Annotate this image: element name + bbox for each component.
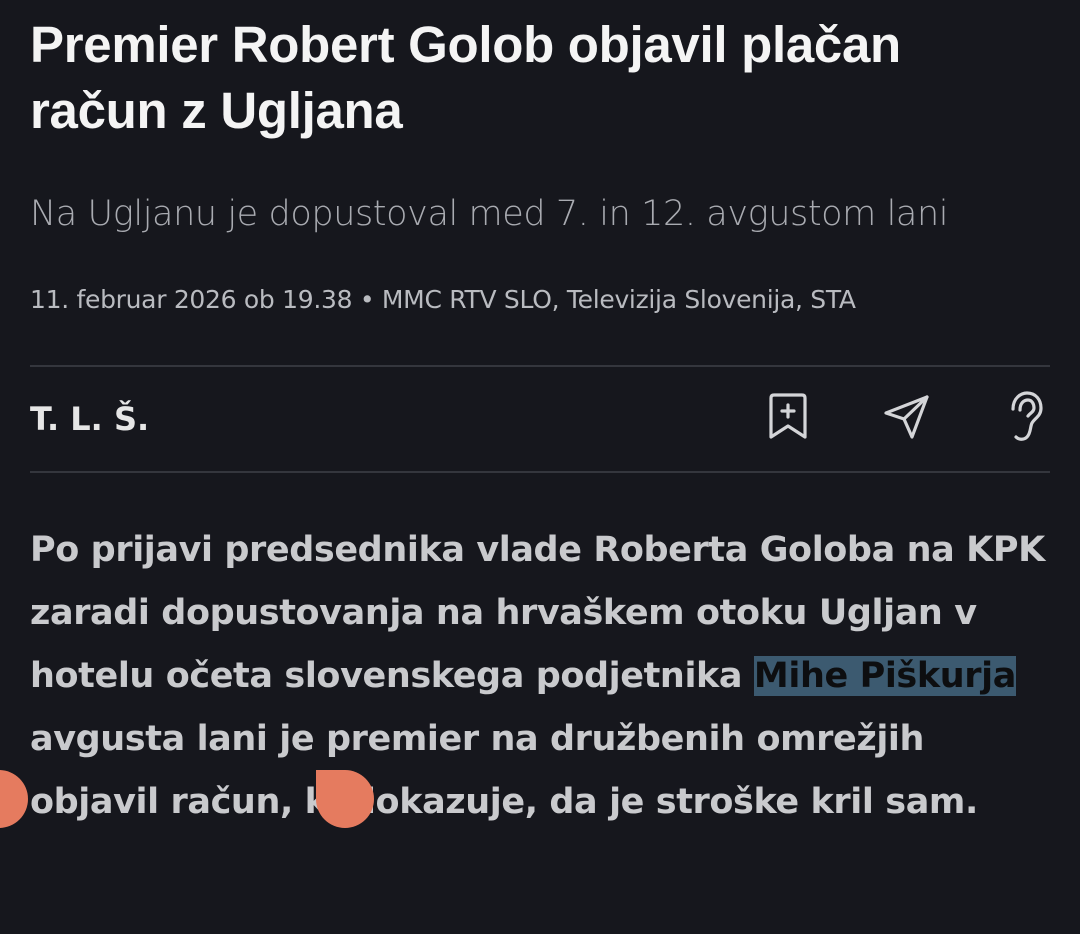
bookmark-button[interactable] — [758, 387, 818, 447]
lead-text-after: avgusta lani je premier na družbenih omr… — [30, 719, 978, 822]
send-icon — [884, 395, 929, 439]
bookmark-add-icon — [769, 393, 807, 439]
article-author[interactable]: T. L. Š. — [30, 397, 149, 441]
divider-top — [30, 365, 1050, 367]
article-lead[interactable]: Po prijavi predsednika vlade Roberta Gol… — [30, 519, 1060, 834]
article-subtitle: Na Ugljanu je dopustoval med 7. in 12. a… — [30, 194, 949, 234]
listen-ear-icon — [1011, 391, 1043, 441]
share-button[interactable] — [876, 387, 936, 447]
listen-button[interactable] — [995, 387, 1055, 447]
selection-handle-start[interactable] — [0, 770, 28, 828]
selection-handle-end[interactable] — [316, 770, 374, 828]
article-title: Premier Robert Golob objavil plačan raču… — [30, 16, 901, 139]
divider-bottom — [30, 471, 1050, 473]
article-meta: 11. februar 2026 ob 19.38 • MMC RTV SLO,… — [30, 285, 856, 314]
selected-text[interactable]: Mihe Piškurja — [753, 656, 1016, 696]
